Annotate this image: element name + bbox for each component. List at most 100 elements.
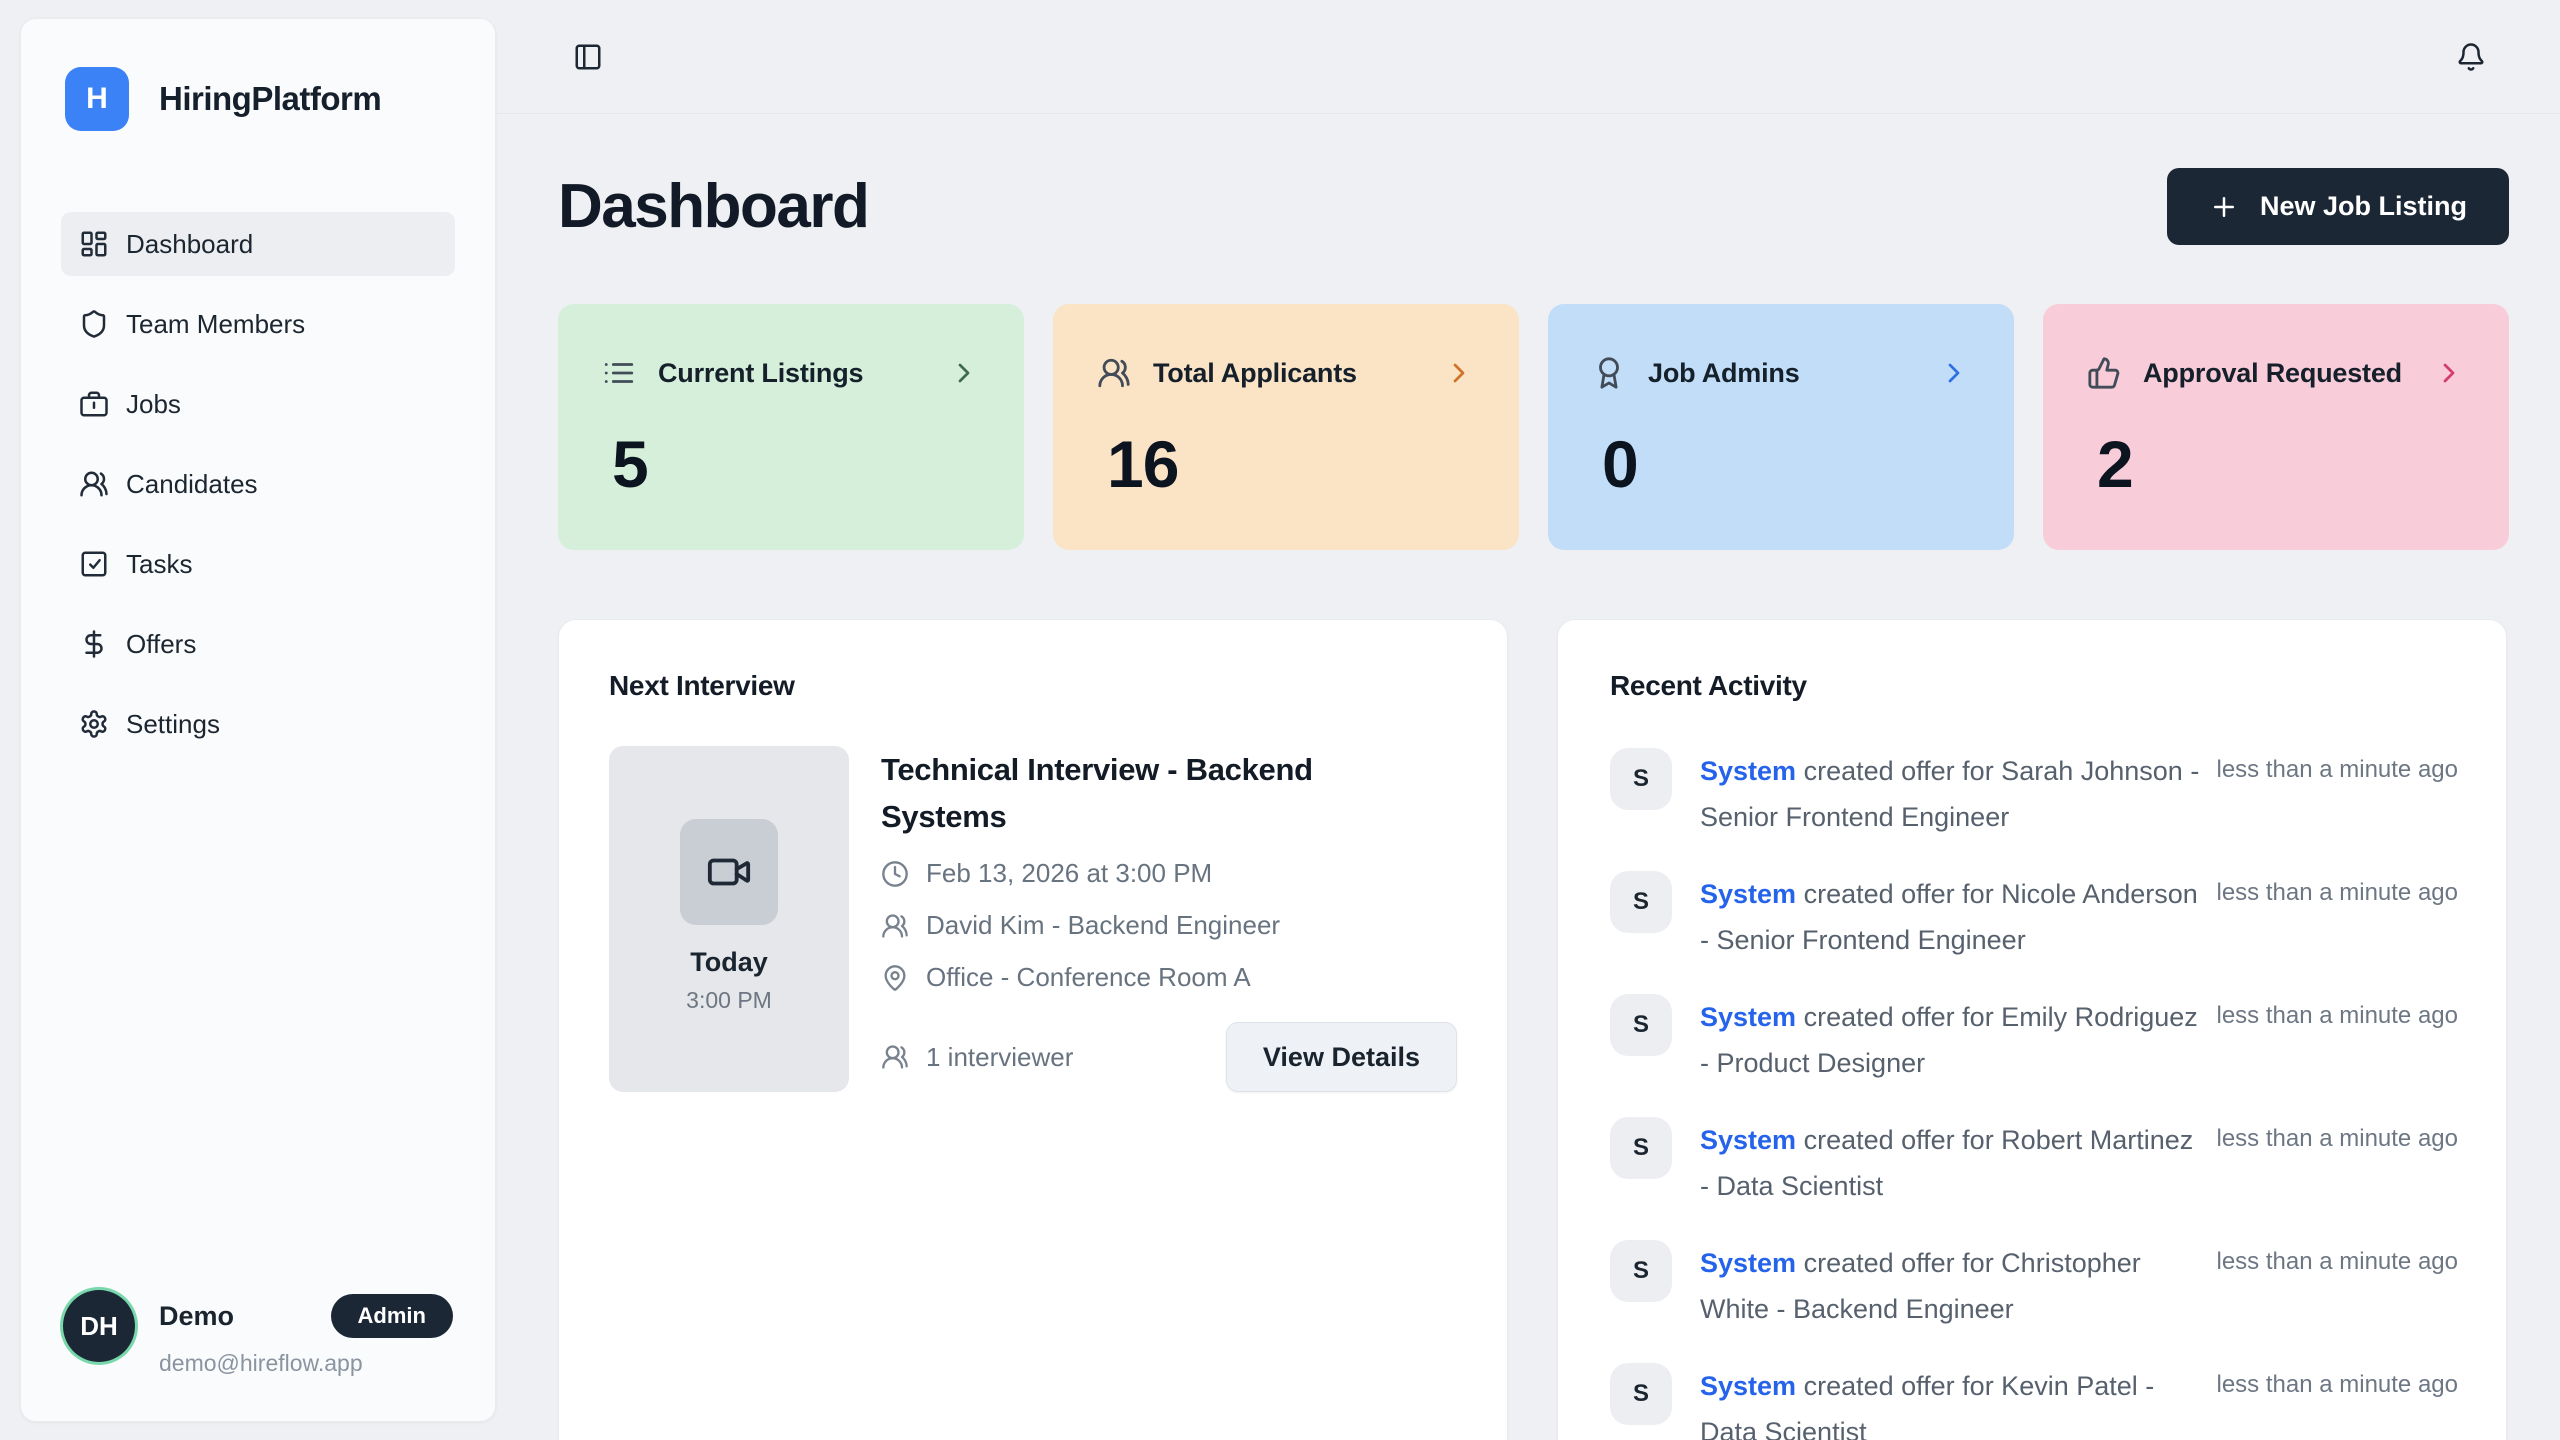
stat-card-current-listings[interactable]: Current Listings 5 [558,304,1024,550]
activity-timestamp: less than a minute ago [2217,1363,2459,1399]
sidebar-item-offers[interactable]: Offers [61,612,455,676]
stat-card-approval-requested[interactable]: Approval Requested 2 [2043,304,2509,550]
stats-row: Current Listings 5 Total Applicants [558,304,2509,550]
panel-left-icon [573,42,603,72]
stat-value: 2 [2097,426,2465,502]
list-icon [602,356,636,390]
bell-icon [2456,42,2486,72]
recent-activity-card: Recent Activity S System created offer f… [1557,619,2507,1440]
interviewer-count-row: 1 interviewer [881,1042,1073,1073]
activity-text: System created offer for Robert Martinez… [1700,1117,2205,1209]
user-name: Demo [159,1301,234,1332]
sidebar-toggle-button[interactable] [573,42,603,72]
main-area: Dashboard New Job Listing Current Listin… [496,0,2560,1440]
activity-avatar: S [1610,1240,1672,1302]
interview-candidate-row: David Kim - Backend Engineer [881,910,1457,941]
stat-card-job-admins[interactable]: Job Admins 0 [1548,304,2014,550]
dollar-icon [79,629,109,659]
app-name: HiringPlatform [159,80,381,118]
activity-avatar: S [1610,994,1672,1056]
new-job-listing-button[interactable]: New Job Listing [2167,168,2509,245]
activity-avatar: S [1610,871,1672,933]
page-header: Dashboard New Job Listing [558,168,2509,245]
sidebar-item-label: Dashboard [126,229,253,260]
activity-actor: System [1700,1371,1796,1401]
activity-item[interactable]: S System created offer for Nicole Anders… [1610,871,2458,963]
activity-avatar: S [1610,1117,1672,1179]
sidebar-item-tasks[interactable]: Tasks [61,532,455,596]
gear-icon [79,709,109,739]
role-badge: Admin [331,1294,453,1338]
interview-time: 3:00 PM [686,987,772,1014]
sidebar-user[interactable]: DH Demo Admin demo@hireflow.app [21,1290,495,1421]
sidebar-item-label: Tasks [126,549,192,580]
square-check-icon [79,549,109,579]
sidebar-item-label: Candidates [126,469,258,500]
user-email: demo@hireflow.app [159,1350,453,1377]
activity-item[interactable]: S System created offer for Robert Martin… [1610,1117,2458,1209]
activity-timestamp: less than a minute ago [2217,1117,2459,1153]
map-pin-icon [881,964,909,992]
users-icon [881,912,909,940]
layout-dashboard-icon [79,229,109,259]
video-icon [706,849,752,895]
sidebar-item-team-members[interactable]: Team Members [61,292,455,356]
activity-timestamp: less than a minute ago [2217,871,2459,907]
shield-icon [79,309,109,339]
next-interview-heading: Next Interview [609,670,1457,702]
sidebar-item-label: Jobs [126,389,181,420]
clock-icon [881,860,909,888]
interview-candidate: David Kim - Backend Engineer [926,910,1280,941]
sidebar-item-label: Settings [126,709,220,740]
sidebar-item-label: Offers [126,629,196,660]
interviewer-count: 1 interviewer [926,1042,1073,1073]
sidebar-nav: Dashboard Team Members Jobs Candidates [21,212,495,756]
activity-actor: System [1700,1125,1796,1155]
stat-value: 16 [1107,426,1475,502]
interview-location: Office - Conference Room A [926,962,1251,993]
brand: H HiringPlatform [21,19,495,131]
sidebar-item-settings[interactable]: Settings [61,692,455,756]
activity-item[interactable]: S System created offer for Sarah Johnson… [1610,748,2458,840]
stat-label: Approval Requested [2143,358,2402,389]
activity-text: System created offer for Sarah Johnson -… [1700,748,2205,840]
activity-avatar: S [1610,1363,1672,1425]
sidebar: H HiringPlatform Dashboard Team Members [20,18,496,1422]
video-tile [680,819,778,925]
interview-location-row: Office - Conference Room A [881,962,1457,993]
sidebar-item-candidates[interactable]: Candidates [61,452,455,516]
app-root: H HiringPlatform Dashboard Team Members [0,0,2560,1440]
activity-item[interactable]: S System created offer for Emily Rodrigu… [1610,994,2458,1086]
view-details-button[interactable]: View Details [1226,1022,1457,1092]
content: Dashboard New Job Listing Current Listin… [496,168,2560,1440]
activity-actor: System [1700,1002,1796,1032]
interview-title: Technical Interview - Backend Systems [881,746,1361,840]
stat-value: 0 [1602,426,1970,502]
panels-row: Next Interview Today 3:00 PM [558,619,2509,1440]
sidebar-item-jobs[interactable]: Jobs [61,372,455,436]
chevron-right-icon [1938,357,1970,389]
notifications-button[interactable] [2456,42,2486,72]
avatar: DH [63,1290,135,1362]
users-icon [1097,356,1131,390]
interview-datetime-row: Feb 13, 2026 at 3:00 PM [881,858,1457,889]
activity-item[interactable]: S System created offer for Christopher W… [1610,1240,2458,1332]
interview-thumbnail: Today 3:00 PM [609,746,849,1092]
activity-timestamp: less than a minute ago [2217,1240,2459,1276]
activity-timestamp: less than a minute ago [2217,994,2459,1030]
user-info: Demo Admin demo@hireflow.app [159,1290,453,1377]
page-title: Dashboard [558,171,868,242]
activity-text: System created offer for Kevin Patel - D… [1700,1363,2205,1440]
stat-card-total-applicants[interactable]: Total Applicants 16 [1053,304,1519,550]
stat-value: 5 [612,426,980,502]
users-icon [881,1043,909,1071]
activity-actor: System [1700,879,1796,909]
users-icon [79,469,109,499]
chevron-right-icon [2433,357,2465,389]
sidebar-item-dashboard[interactable]: Dashboard [61,212,455,276]
chevron-right-icon [1443,357,1475,389]
activity-item[interactable]: S System created offer for Kevin Patel -… [1610,1363,2458,1440]
briefcase-icon [79,389,109,419]
stat-label: Total Applicants [1153,358,1357,389]
interview-datetime: Feb 13, 2026 at 3:00 PM [926,858,1212,889]
